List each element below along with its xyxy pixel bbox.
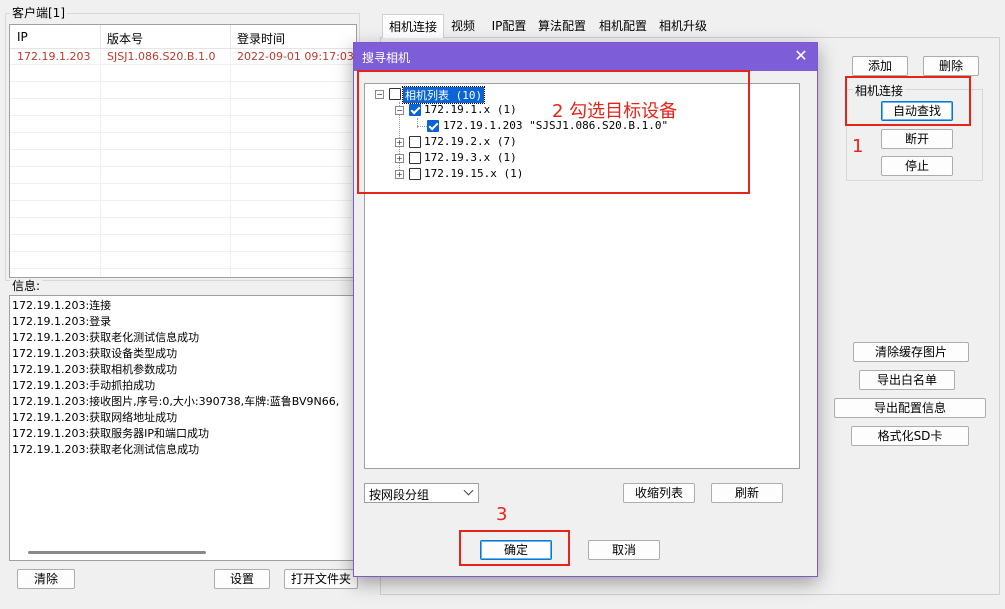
annotation-step3: 3 [496, 504, 508, 525]
clear-cache-images-button[interactable]: 清除缓存图片 [853, 342, 969, 362]
chevron-down-icon [463, 485, 474, 496]
log-line: 172.19.1.203:获取设备类型成功 [12, 347, 178, 360]
log-line: 172.19.1.203:获取服务器IP和端口成功 [12, 427, 210, 440]
export-whitelist-button[interactable]: 导出白名单 [859, 370, 955, 390]
export-config-button[interactable]: 导出配置信息 [834, 398, 986, 418]
cancel-button[interactable]: 取消 [588, 540, 660, 560]
cell-ip: 172.19.1.203 [17, 50, 91, 63]
tab-camera-config[interactable]: 相机配置 [595, 14, 651, 38]
clear-button[interactable]: 清除 [17, 569, 75, 589]
annotation-box-step1 [845, 76, 971, 126]
log-line: 172.19.1.203:接收图片,序号:0,大小:390738,车牌:蓝鲁BV… [12, 395, 340, 408]
client-panel-title: 客户端[1] [10, 6, 67, 20]
cell-version: SJSJ1.086.S20.B.1.0 [107, 50, 216, 63]
disconnect-button[interactable]: 断开 [881, 129, 953, 149]
info-panel-title: 信息: [10, 279, 43, 293]
tab-camera-upgrade[interactable]: 相机升级 [655, 14, 711, 38]
refresh-button[interactable]: 刷新 [711, 483, 783, 503]
horizontal-scrollbar[interactable] [28, 551, 206, 554]
close-icon[interactable]: ✕ [791, 46, 811, 66]
client-list[interactable]: IP 版本号 登录时间 172.19.1.203 SJSJ1.086.S20.B… [9, 24, 357, 278]
format-sd-button[interactable]: 格式化SD卡 [851, 426, 969, 446]
log-line: 172.19.1.203:连接 [12, 299, 112, 312]
delete-button[interactable]: 删除 [923, 56, 979, 76]
annotation-step1: 1 [852, 136, 864, 157]
annotation-step2: 2 勾选目标设备 [552, 101, 678, 122]
dialog-titlebar[interactable]: 搜寻相机 ✕ [354, 43, 817, 71]
log-line: 172.19.1.203:获取老化测试信息成功 [12, 443, 200, 456]
log-line: 172.19.1.203:获取老化测试信息成功 [12, 331, 200, 344]
column-header-login-time[interactable]: 登录时间 [237, 30, 285, 47]
log-line: 172.19.1.203:登录 [12, 315, 112, 328]
column-header-ip[interactable]: IP [17, 30, 28, 44]
tab-camera-connect[interactable]: 相机连接 [382, 14, 444, 38]
collapse-list-button[interactable]: 收缩列表 [623, 483, 695, 503]
log-line: 172.19.1.203:手动抓拍成功 [12, 379, 156, 392]
log-line: 172.19.1.203:获取相机参数成功 [12, 363, 178, 376]
group-mode-select[interactable]: 按网段分组 [364, 483, 479, 503]
annotation-box-step2 [357, 70, 750, 194]
group-mode-value: 按网段分组 [369, 488, 430, 502]
client-list-header: IP 版本号 登录时间 [10, 25, 356, 49]
open-folder-button[interactable]: 打开文件夹 [284, 569, 358, 589]
annotation-box-step3 [459, 530, 570, 566]
info-log[interactable]: 172.19.1.203:连接 172.19.1.203:登录 172.19.1… [9, 295, 355, 561]
dialog-title: 搜寻相机 [362, 51, 411, 65]
tab-video[interactable]: 视频 [446, 14, 480, 38]
cell-login-time: 2022-09-01 09:17:03 [237, 50, 354, 63]
column-header-version[interactable]: 版本号 [107, 30, 143, 47]
add-button[interactable]: 添加 [852, 56, 908, 76]
tab-algorithm-config[interactable]: 算法配置 [534, 14, 590, 38]
tab-ip-config[interactable]: IP配置 [488, 14, 530, 38]
settings-button[interactable]: 设置 [214, 569, 270, 589]
log-line: 172.19.1.203:获取网络地址成功 [12, 411, 178, 424]
stop-button[interactable]: 停止 [881, 156, 953, 176]
table-row[interactable]: 172.19.1.203 SJSJ1.086.S20.B.1.0 2022-09… [10, 49, 356, 65]
